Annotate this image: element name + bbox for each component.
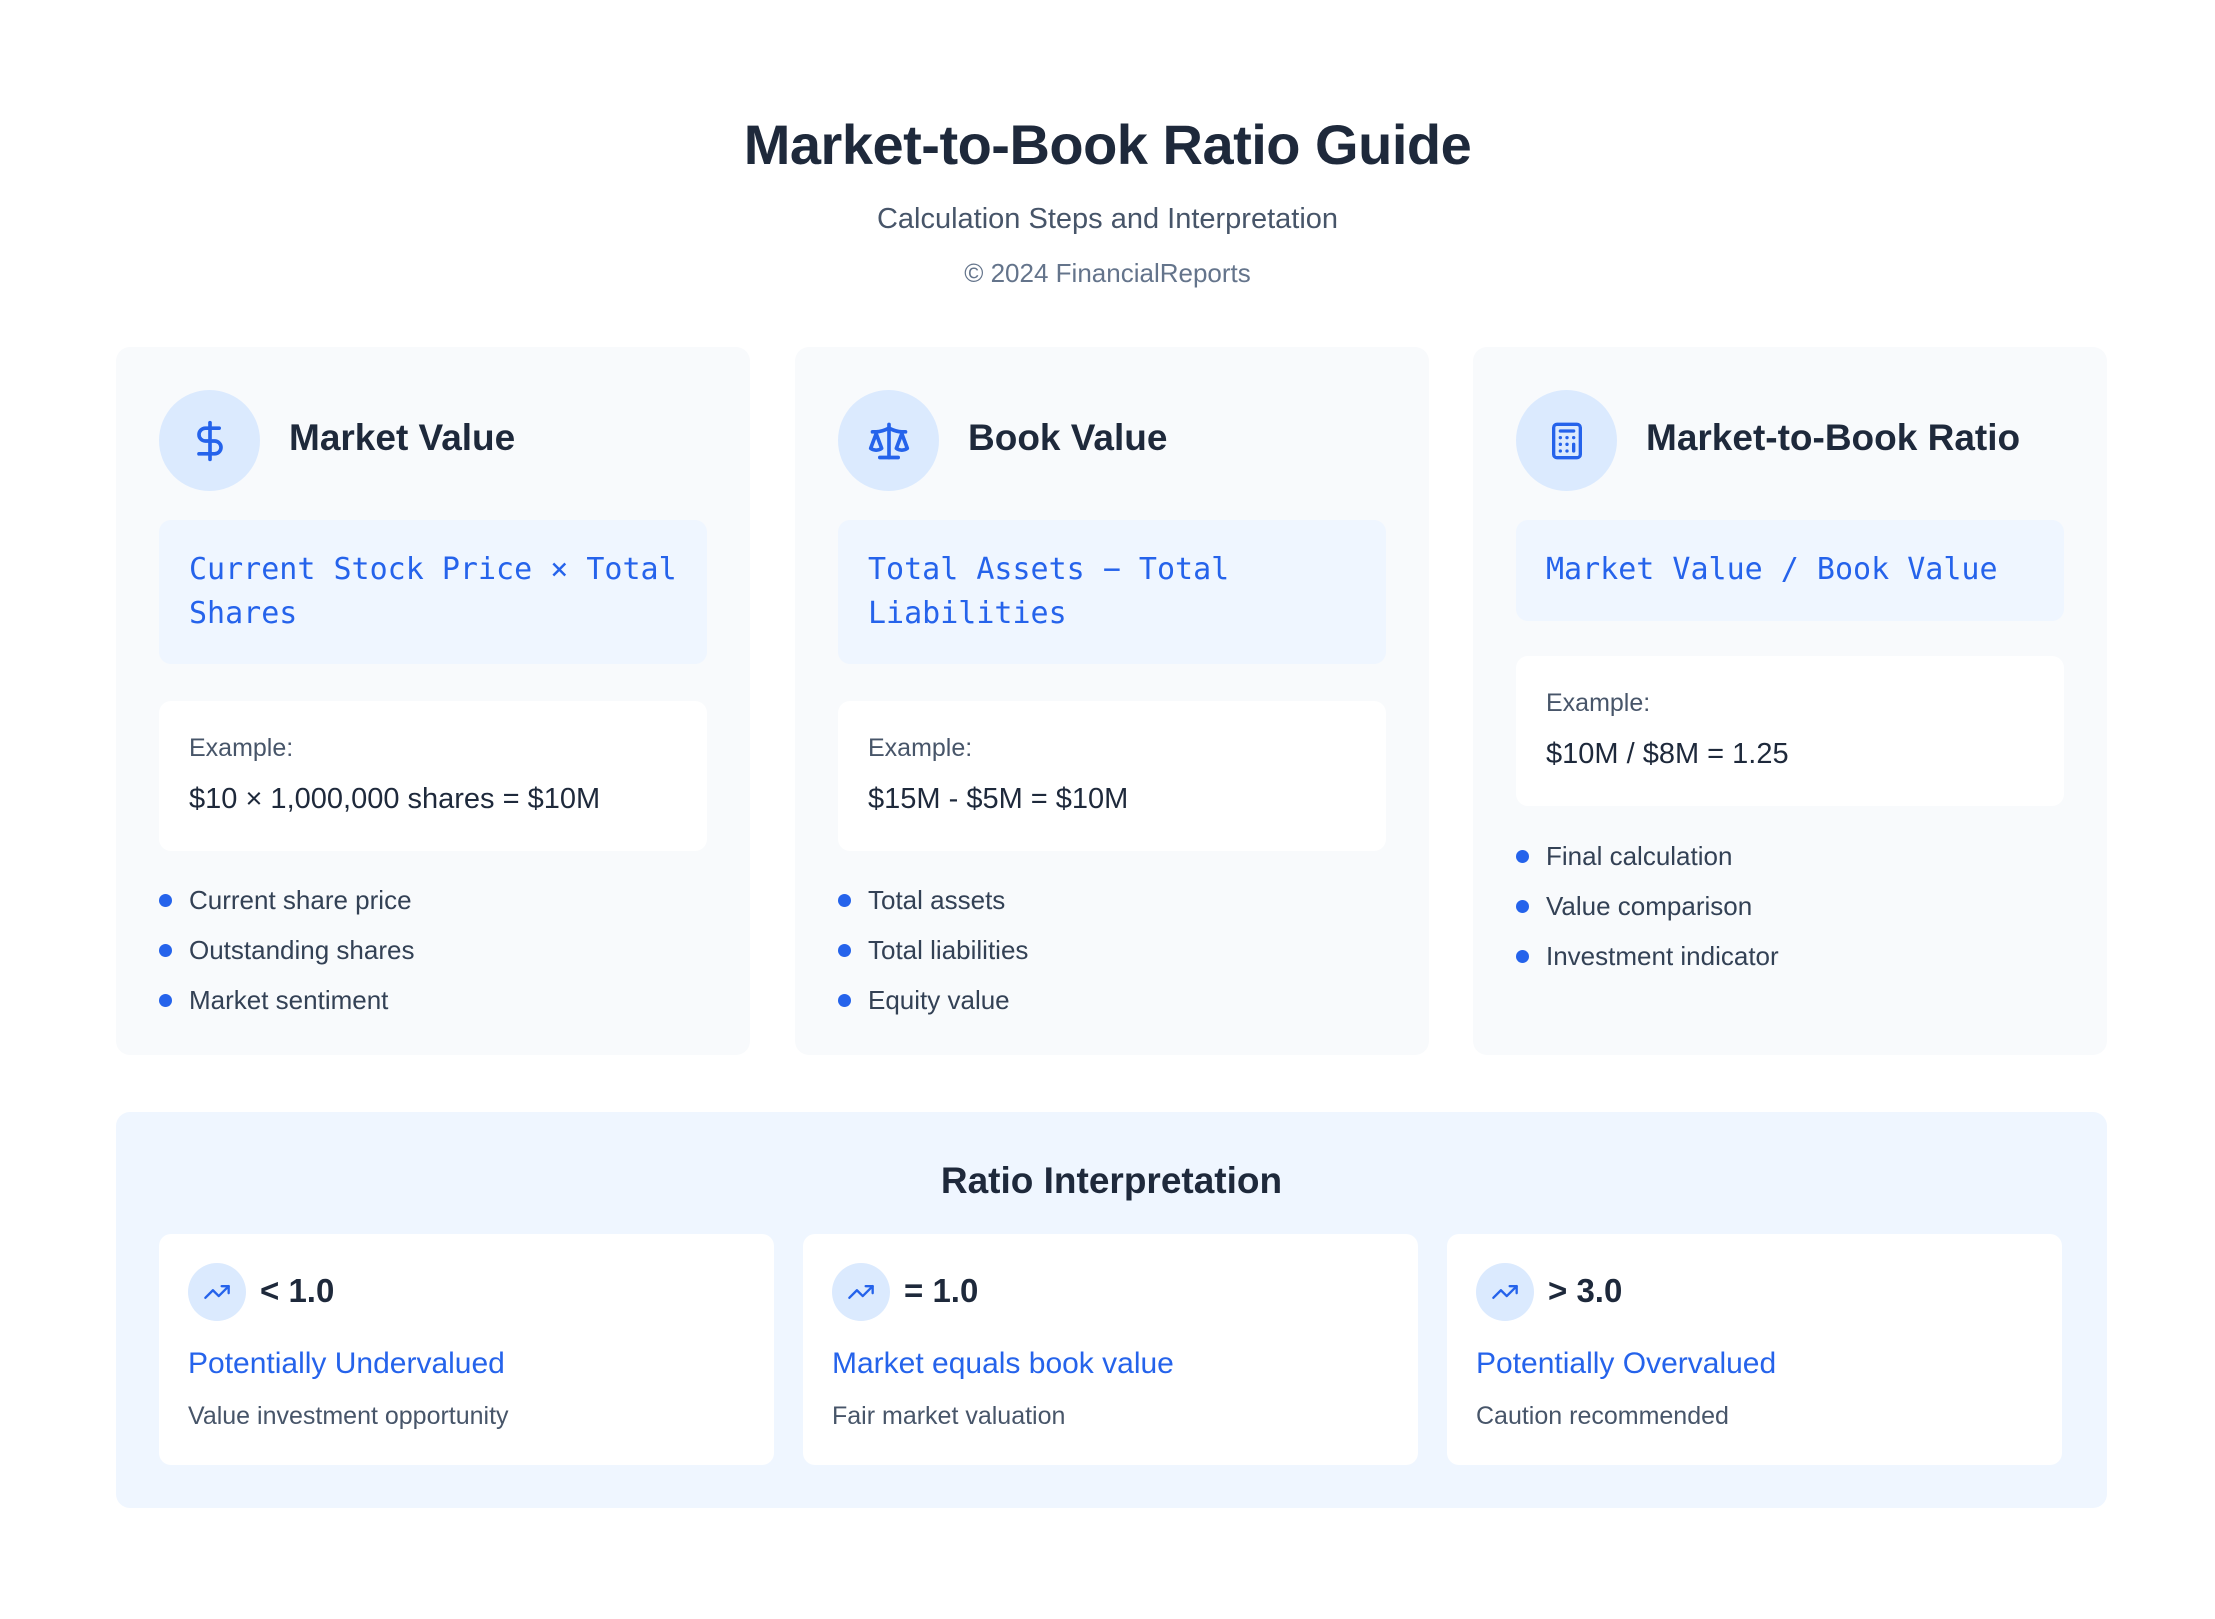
example-box: Example: $10M / $8M = 1.25 [1516, 656, 2064, 806]
ratio-description: Fair market valuation [832, 1402, 1066, 1430]
trending-up-icon [1476, 1263, 1534, 1321]
example-label: Example: [189, 734, 294, 762]
page-title: Market-to-Book Ratio Guide [743, 113, 1472, 176]
trending-up-icon [832, 1263, 890, 1321]
bullet-dot [838, 944, 851, 957]
bullet-dot [1516, 950, 1529, 963]
list-item: Equity value [838, 975, 1028, 1025]
formula-box: Current Stock Price × Total Shares [159, 520, 707, 664]
list-item: Final calculation [1516, 831, 1779, 881]
market-to-book-ratio-card: Market-to-Book Ratio Market Value / Book… [1473, 347, 2107, 1055]
example-box: Example: $15M - $5M = $10M [838, 701, 1386, 851]
dollar-icon [159, 390, 260, 491]
trending-up-icon [188, 1263, 246, 1321]
example-value: $10M / $8M = 1.25 [1546, 738, 1789, 770]
card-title: Market Value [289, 417, 516, 458]
interpretation-card: > 3.0 Potentially Overvalued Caution rec… [1447, 1234, 2062, 1465]
bullet-dot [1516, 850, 1529, 863]
ratio-interpretation-panel: Ratio Interpretation < 1.0 Potentially U… [116, 1112, 2107, 1508]
page-subtitle: Calculation Steps and Interpretation [876, 203, 1339, 235]
list-item-label: Market sentiment [189, 985, 389, 1015]
market-value-card: Market Value Current Stock Price × Total… [116, 347, 750, 1055]
list-item-label: Total liabilities [868, 935, 1029, 965]
card-title: Book Value [968, 417, 1168, 458]
bullet-dot [159, 944, 172, 957]
list-item-label: Outstanding shares [189, 935, 415, 965]
ratio-range: = 1.0 [904, 1272, 979, 1309]
list-item: Current share price [159, 875, 414, 925]
ratio-range: < 1.0 [260, 1272, 335, 1309]
ratio-range: > 3.0 [1548, 1272, 1623, 1309]
list-item: Outstanding shares [159, 925, 414, 975]
formula-box: Total Assets − Total Liabilities [838, 520, 1386, 664]
bullet-dot [159, 894, 172, 907]
page: Market-to-Book Ratio Guide Calculation S… [0, 0, 2215, 1619]
ratio-description: Value investment opportunity [188, 1402, 509, 1430]
example-label: Example: [1546, 689, 1651, 717]
list-item: Investment indicator [1516, 931, 1779, 981]
list-item: Total assets [838, 875, 1028, 925]
list-item-label: Investment indicator [1546, 941, 1779, 971]
ratio-verdict: Market equals book value [832, 1347, 1174, 1380]
copyright-notice: © 2024 FinancialReports [964, 258, 1251, 288]
example-value: $15M - $5M = $10M [868, 783, 1129, 815]
interpretation-card: < 1.0 Potentially Undervalued Value inve… [159, 1234, 774, 1465]
section-title: Ratio Interpretation [940, 1160, 1283, 1201]
calculator-icon [1516, 390, 1617, 491]
ratio-verdict: Potentially Undervalued [188, 1347, 505, 1380]
bullet-list: Total assets Total liabilities Equity va… [838, 875, 1028, 1025]
card-title: Market-to-Book Ratio [1646, 417, 2021, 458]
list-item-label: Value comparison [1546, 891, 1753, 921]
example-label: Example: [868, 734, 973, 762]
list-item: Market sentiment [159, 975, 414, 1025]
bullet-dot [838, 894, 851, 907]
example-box: Example: $10 × 1,000,000 shares = $10M [159, 701, 707, 851]
list-item-label: Current share price [189, 885, 412, 915]
ratio-verdict: Potentially Overvalued [1476, 1347, 1777, 1380]
bullet-dot [1516, 900, 1529, 913]
bullet-dot [838, 994, 851, 1007]
interpretation-card: = 1.0 Market equals book value Fair mark… [803, 1234, 1418, 1465]
bullet-list: Current share price Outstanding shares M… [159, 875, 414, 1025]
list-item-label: Total assets [868, 885, 1006, 915]
scale-icon [838, 390, 939, 491]
list-item: Value comparison [1516, 881, 1779, 931]
list-item-label: Final calculation [1546, 841, 1733, 871]
bullet-list: Final calculation Value comparison Inves… [1516, 831, 1779, 981]
list-item: Total liabilities [838, 925, 1028, 975]
book-value-card: Book Value Total Assets − Total Liabilit… [795, 347, 1429, 1055]
formula-box: Market Value / Book Value [1516, 520, 2064, 621]
ratio-description: Caution recommended [1476, 1402, 1729, 1430]
example-value: $10 × 1,000,000 shares = $10M [189, 783, 601, 815]
bullet-dot [159, 994, 172, 1007]
list-item-label: Equity value [868, 985, 1010, 1015]
